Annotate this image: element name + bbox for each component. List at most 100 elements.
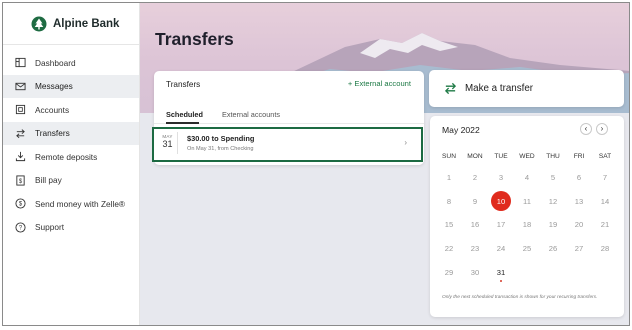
calendar-day[interactable]: 4 bbox=[514, 166, 540, 189]
calendar-day[interactable]: 9 bbox=[462, 190, 488, 213]
calendar-day-label: 3 bbox=[498, 172, 504, 182]
calendar-day-label: 30 bbox=[470, 267, 480, 277]
calendar-day[interactable]: 15 bbox=[436, 214, 462, 237]
calendar-grid: SUN MON TUE WED THU FRI SAT 1 2 3 4 5 6 7 8 9 10 1… bbox=[436, 153, 618, 284]
calendar-day[interactable]: 31 bbox=[488, 261, 514, 284]
sidebar-item-accounts[interactable]: Accounts bbox=[3, 98, 139, 122]
calendar-day[interactable]: 22 bbox=[436, 237, 462, 260]
brand-logo[interactable]: Alpine Bank bbox=[3, 3, 139, 45]
calendar-day-label: 5 bbox=[550, 172, 556, 182]
dashboard-icon bbox=[15, 57, 26, 68]
calendar-week: 15 16 17 18 19 20 21 bbox=[436, 214, 618, 237]
calendar-day[interactable]: 23 bbox=[462, 237, 488, 260]
weekday-label: SAT bbox=[598, 153, 612, 160]
calendar-card: May 2022 ‹ › SUN MON TUE WED THU FRI SAT… bbox=[430, 116, 624, 317]
calendar-day-label: 20 bbox=[574, 220, 584, 230]
make-transfer-label: Make a transfer bbox=[465, 83, 534, 94]
add-external-account-link[interactable]: + External account bbox=[348, 79, 411, 88]
calendar-day[interactable]: 6 bbox=[566, 166, 592, 189]
calendar-day[interactable]: 12 bbox=[540, 190, 566, 213]
chevron-right-icon: › bbox=[404, 138, 407, 147]
calendar-day[interactable]: 7 bbox=[592, 166, 618, 189]
sidebar-item-dashboard[interactable]: Dashboard bbox=[3, 51, 139, 75]
calendar-prev-button[interactable]: ‹ bbox=[580, 123, 592, 135]
sidebar-item-label: Accounts bbox=[35, 104, 70, 115]
sidebar-item-remote-deposits[interactable]: Remote deposits bbox=[3, 145, 139, 169]
calendar-day[interactable]: 2 bbox=[462, 166, 488, 189]
calendar-day-label: 23 bbox=[470, 244, 480, 254]
sidebar: Alpine Bank Dashboard Messages Accounts bbox=[3, 3, 140, 325]
calendar-day[interactable]: 26 bbox=[540, 237, 566, 260]
calendar-day[interactable]: 1 bbox=[436, 166, 462, 189]
calendar-day-label: 26 bbox=[548, 244, 558, 254]
sidebar-item-bill-pay[interactable]: $ Bill pay bbox=[3, 169, 139, 193]
calendar-day[interactable]: 8 bbox=[436, 190, 462, 213]
calendar-day[interactable]: 14 bbox=[592, 190, 618, 213]
calendar-weekdays: SUN MON TUE WED THU FRI SAT bbox=[436, 153, 618, 160]
calendar-empty-cell bbox=[514, 261, 540, 284]
calendar-day-label: 16 bbox=[470, 220, 480, 230]
calendar-day-label: 8 bbox=[446, 196, 452, 206]
make-transfer-button[interactable]: Make a transfer bbox=[429, 70, 624, 107]
tab-underline bbox=[166, 122, 199, 124]
calendar-day-label: 13 bbox=[574, 196, 584, 206]
calendar-day-label: 18 bbox=[522, 220, 532, 230]
calendar-days: 1 2 3 4 5 6 7 8 9 10 11 12 13 14 15 16 17 18 19 20 21 22 23 24 2… bbox=[436, 166, 618, 284]
calendar-day[interactable]: 11 bbox=[514, 190, 540, 213]
calendar-next-button[interactable]: › bbox=[596, 123, 608, 135]
calendar-day[interactable]: 28 bbox=[592, 237, 618, 260]
calendar-day-label: 6 bbox=[576, 172, 582, 182]
calendar-day-label: 24 bbox=[496, 244, 506, 254]
sidebar-item-support[interactable]: ? Support bbox=[3, 216, 139, 240]
calendar-day-label: 28 bbox=[600, 244, 610, 254]
weekday-label: TUE bbox=[494, 153, 508, 160]
dollar-doc-icon: $ bbox=[15, 175, 26, 186]
calendar-day[interactable]: 19 bbox=[540, 214, 566, 237]
sidebar-item-transfers[interactable]: Transfers bbox=[3, 121, 139, 145]
transfers-card-title: Transfers bbox=[166, 80, 201, 89]
calendar-day[interactable]: 20 bbox=[566, 214, 592, 237]
calendar-day[interactable]: 5 bbox=[540, 166, 566, 189]
calendar-day[interactable]: 17 bbox=[488, 214, 514, 237]
calendar-day-label: 14 bbox=[600, 196, 610, 206]
calendar-day[interactable]: 24 bbox=[488, 237, 514, 260]
weekday-label: WED bbox=[519, 153, 535, 160]
tab-external-accounts[interactable]: External accounts bbox=[222, 110, 280, 119]
sidebar-item-label: Support bbox=[35, 222, 65, 233]
sidebar-item-zelle[interactable]: $ Send money with Zelle® bbox=[3, 192, 139, 216]
calendar-day-label: 25 bbox=[522, 244, 532, 254]
calendar-empty-cell bbox=[540, 261, 566, 284]
calendar-day[interactable]: 21 bbox=[592, 214, 618, 237]
calendar-week: 1 2 3 4 5 6 7 bbox=[436, 166, 618, 189]
weekday-label: FRI bbox=[573, 153, 585, 160]
calendar-day[interactable]: 27 bbox=[566, 237, 592, 260]
transfer-title: $30.00 to Spending bbox=[187, 134, 255, 143]
calendar-day-label: 31 bbox=[496, 267, 506, 277]
weekday-label: SUN bbox=[442, 153, 456, 160]
weekday-label: MON bbox=[467, 153, 483, 160]
calendar-day[interactable]: 30 bbox=[462, 261, 488, 284]
transfer-date-day: 31 bbox=[162, 139, 173, 149]
transfer-arrows-icon bbox=[15, 128, 26, 139]
calendar-day[interactable]: 10 bbox=[488, 190, 514, 213]
tab-scheduled[interactable]: Scheduled bbox=[166, 110, 203, 119]
scheduled-transfer-row[interactable]: MAY 31 $30.00 to Spending On May 31, fro… bbox=[152, 127, 423, 162]
sidebar-item-label: Bill pay bbox=[35, 175, 62, 186]
envelope-icon bbox=[15, 81, 26, 92]
calendar-day-label: 4 bbox=[524, 172, 530, 182]
svg-text:$: $ bbox=[19, 202, 23, 208]
calendar-day[interactable]: 16 bbox=[462, 214, 488, 237]
sidebar-item-messages[interactable]: Messages bbox=[3, 74, 139, 98]
calendar-empty-cell bbox=[592, 261, 618, 284]
calendar-day-label: 29 bbox=[444, 267, 454, 277]
question-icon: ? bbox=[15, 222, 26, 233]
sidebar-nav: Dashboard Messages Accounts Transfers Re… bbox=[3, 51, 139, 239]
calendar-day-label: 2 bbox=[472, 172, 478, 182]
calendar-day-label: 7 bbox=[602, 172, 608, 182]
calendar-day[interactable]: 18 bbox=[514, 214, 540, 237]
calendar-day[interactable]: 29 bbox=[436, 261, 462, 284]
calendar-day[interactable]: 3 bbox=[488, 166, 514, 189]
calendar-day[interactable]: 25 bbox=[514, 237, 540, 260]
calendar-day[interactable]: 13 bbox=[566, 190, 592, 213]
calendar-day-label: 21 bbox=[600, 220, 610, 230]
